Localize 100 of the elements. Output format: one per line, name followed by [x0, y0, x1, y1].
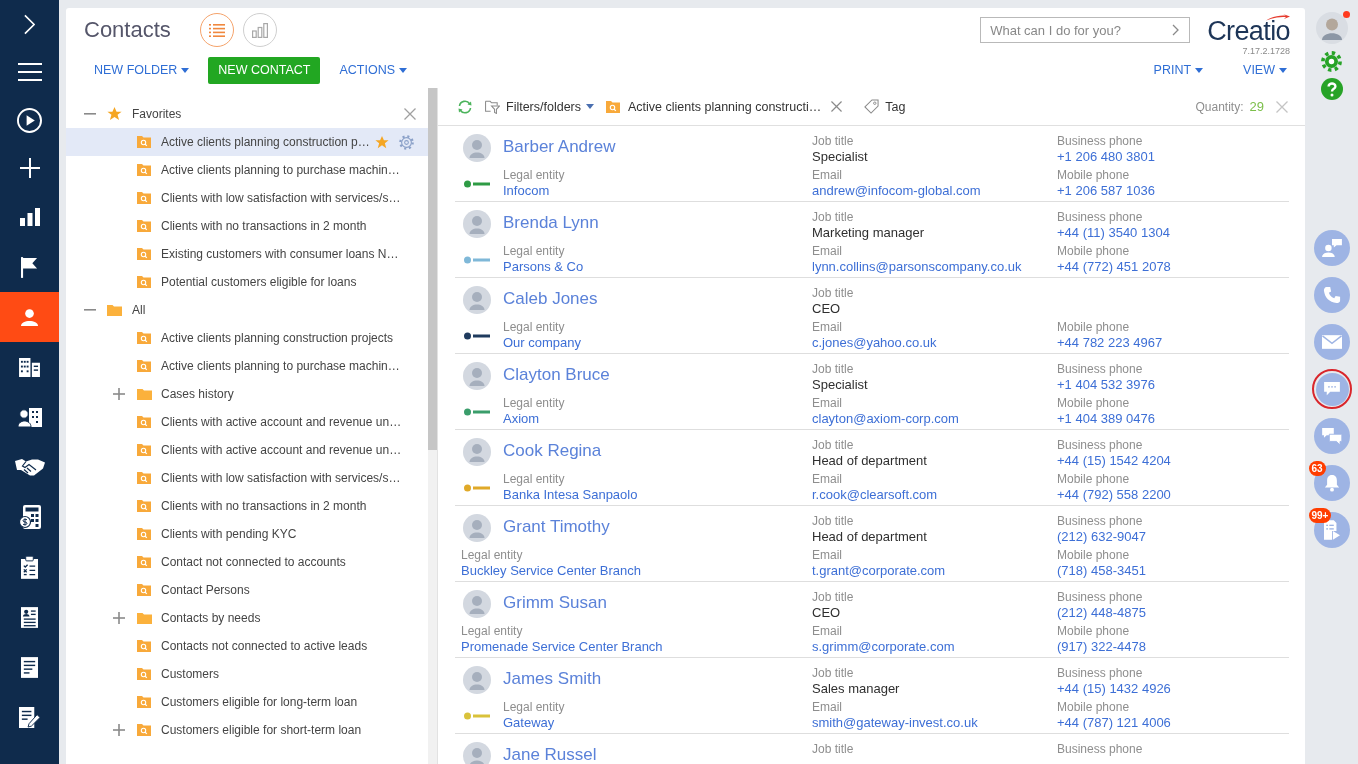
legal-entity-link[interactable]: Banka Intesa Sanpaolo: [503, 487, 638, 503]
email-link[interactable]: r.cook@clearsoft.com: [812, 487, 938, 503]
sidebar-action-button[interactable]: [1313, 465, 1350, 501]
contact-name[interactable]: James Smith: [503, 669, 602, 688]
primary-button[interactable]: NEW CONTACT: [208, 56, 321, 84]
expand-icon[interactable]: [113, 724, 125, 736]
contact-name[interactable]: Cook Regina: [503, 441, 602, 460]
person-icon: [21, 308, 38, 326]
mobile-phone-link[interactable]: +44 (787) 121 4006: [1057, 715, 1171, 731]
mobile-phone-link[interactable]: +1 206 587 1036: [1057, 183, 1155, 199]
email-link[interactable]: lynn.collins@parsonscompany.co.uk: [812, 259, 1022, 275]
scrollbar-thumb[interactable]: [428, 88, 437, 450]
folder-item[interactable]: Clients with no transactions in 2 month: [66, 492, 428, 520]
folder-item[interactable]: Contact Persons: [66, 576, 428, 604]
sidebar-action-button[interactable]: [1311, 369, 1352, 409]
help-icon[interactable]: [1320, 78, 1343, 100]
dropdown-button[interactable]: VIEW: [1233, 56, 1288, 84]
chevron-right-icon[interactable]: [1172, 24, 1180, 36]
settings-icon[interactable]: [399, 134, 414, 150]
contact-name[interactable]: Barber Andrew: [503, 137, 616, 156]
folder-item[interactable]: Potential customers eligible for loans: [66, 268, 428, 296]
dropdown-button[interactable]: ACTIONS: [329, 56, 418, 84]
business-phone-link[interactable]: +44 (11) 3540 1304: [1057, 225, 1170, 241]
folder-item[interactable]: Customers eligible for short-term loan: [66, 716, 428, 744]
business-phone-link[interactable]: +1 404 532 3976: [1057, 377, 1155, 393]
email-link[interactable]: s.grimm@corporate.com: [812, 639, 955, 655]
close-icon[interactable]: [1276, 100, 1288, 113]
contact-name[interactable]: Grant Timothy: [503, 517, 610, 536]
contact-name[interactable]: Grimm Susan: [503, 593, 607, 612]
folder-item[interactable]: Contact not connected to accounts: [66, 548, 428, 576]
folder-item[interactable]: Active clients planning construction projects: [66, 324, 428, 352]
contact-name[interactable]: Jane Russel: [503, 745, 597, 764]
folder-item[interactable]: Contacts not connected to active leads: [66, 632, 428, 660]
folder-item[interactable]: Clients with no transactions in 2 month: [66, 212, 428, 240]
folder-item[interactable]: Clients with low satisfaction with services/s…: [66, 184, 428, 212]
refresh-icon[interactable]: [457, 99, 473, 114]
business-phone-link[interactable]: +44 (15) 1432 4926: [1057, 681, 1171, 697]
avatar-icon[interactable]: [1315, 12, 1348, 44]
email-link[interactable]: andrew@infocom-global.com: [812, 183, 981, 199]
email-link[interactable]: t.grant@corporate.com: [812, 563, 946, 579]
email-link[interactable]: clayton@axiom-corp.com: [812, 411, 959, 427]
folder-item[interactable]: Clients with active account and revenue un…: [66, 436, 428, 464]
folder-group[interactable]: Favorites: [66, 100, 428, 128]
legal-entity-link[interactable]: Parsons & Co: [503, 259, 584, 275]
contact-name[interactable]: Clayton Bruce: [503, 365, 610, 384]
business-phone-link[interactable]: +1 206 480 3801: [1057, 149, 1155, 165]
close-icon[interactable]: [831, 101, 843, 112]
filters-dropdown[interactable]: Filters/folders: [506, 94, 595, 119]
search-folder-icon: [137, 332, 151, 344]
legal-entity-link[interactable]: Gateway: [503, 715, 555, 731]
legal-entity-label: Legal entity: [461, 624, 523, 639]
mobile-phone-link[interactable]: +44 (792) 558 2200: [1057, 487, 1171, 503]
sidebar-action-button[interactable]: [1313, 418, 1350, 454]
folder-item[interactable]: Customers eligible for long-term loan: [66, 688, 428, 716]
email-link[interactable]: c.jones@yahoo.co.uk: [812, 335, 937, 351]
sidebar-action-button[interactable]: [1313, 512, 1350, 548]
folder-item[interactable]: Active clients planning construction p…: [66, 128, 428, 156]
folder-item[interactable]: Existing customers with consumer loans N…: [66, 240, 428, 268]
email-link[interactable]: smith@gateway-invest.co.uk: [812, 715, 978, 731]
mobile-phone-link[interactable]: +44 782 223 4967: [1057, 335, 1163, 351]
search-field[interactable]: What can I do for you?: [980, 17, 1191, 43]
mobile-phone-link[interactable]: (917) 322-4478: [1057, 639, 1146, 655]
expand-icon[interactable]: [113, 388, 125, 400]
tag-button[interactable]: Tag: [864, 94, 906, 119]
legal-entity-link[interactable]: Our company: [503, 335, 582, 351]
contact-name[interactable]: Caleb Jones: [503, 289, 598, 308]
job-title-value: Head of department: [812, 529, 927, 545]
sidebar-action-button[interactable]: [1313, 324, 1350, 360]
business-phone-link[interactable]: (212) 448-4875: [1057, 605, 1146, 621]
folder-item[interactable]: Contacts by needs: [66, 604, 428, 632]
folder-item[interactable]: Active clients planning to purchase machin…: [66, 352, 428, 380]
sidebar-action-button[interactable]: [1313, 277, 1350, 313]
scrollbar[interactable]: [428, 88, 437, 764]
business-phone-link[interactable]: (212) 632-9047: [1057, 529, 1146, 545]
folder-item[interactable]: Clients with low satisfaction with services/s…: [66, 464, 428, 492]
search-folder-icon: [606, 100, 621, 113]
mobile-phone-link[interactable]: +1 404 389 0476: [1057, 411, 1155, 427]
legal-entity-link[interactable]: Promenade Service Center Branch: [461, 639, 663, 655]
mobile-phone-link[interactable]: (718) 458-3451: [1057, 563, 1146, 579]
close-icon[interactable]: [404, 108, 416, 120]
folder-item[interactable]: Active clients planning to purchase machin…: [66, 156, 428, 184]
contact-name[interactable]: Brenda Lynn: [503, 213, 599, 232]
legal-entity-link[interactable]: Infocom: [503, 183, 550, 199]
dropdown-button[interactable]: PRINT: [1143, 56, 1205, 84]
folder-group[interactable]: All: [66, 296, 428, 324]
mobile-phone-link[interactable]: +44 (772) 451 2078: [1057, 259, 1171, 275]
legal-entity-link[interactable]: Buckley Service Center Branch: [461, 563, 641, 579]
settings-icon[interactable]: [1321, 51, 1342, 72]
legal-entity-label: Legal entity: [503, 244, 565, 259]
folder-item[interactable]: Clients with active account and revenue un…: [66, 408, 428, 436]
legal-entity-link[interactable]: Axiom: [503, 411, 540, 427]
folder-item[interactable]: Customers: [66, 660, 428, 688]
folder-item[interactable]: Cases history: [66, 380, 428, 408]
dropdown-button[interactable]: NEW FOLDER: [84, 56, 200, 84]
sidebar-action-button[interactable]: [1313, 230, 1350, 266]
folder-item[interactable]: Clients with pending KYC: [66, 520, 428, 548]
star-icon[interactable]: [375, 135, 389, 149]
expand-icon[interactable]: [113, 612, 125, 624]
business-phone-label: Business phone: [1057, 590, 1143, 605]
business-phone-link[interactable]: +44 (15) 1542 4204: [1057, 453, 1171, 469]
